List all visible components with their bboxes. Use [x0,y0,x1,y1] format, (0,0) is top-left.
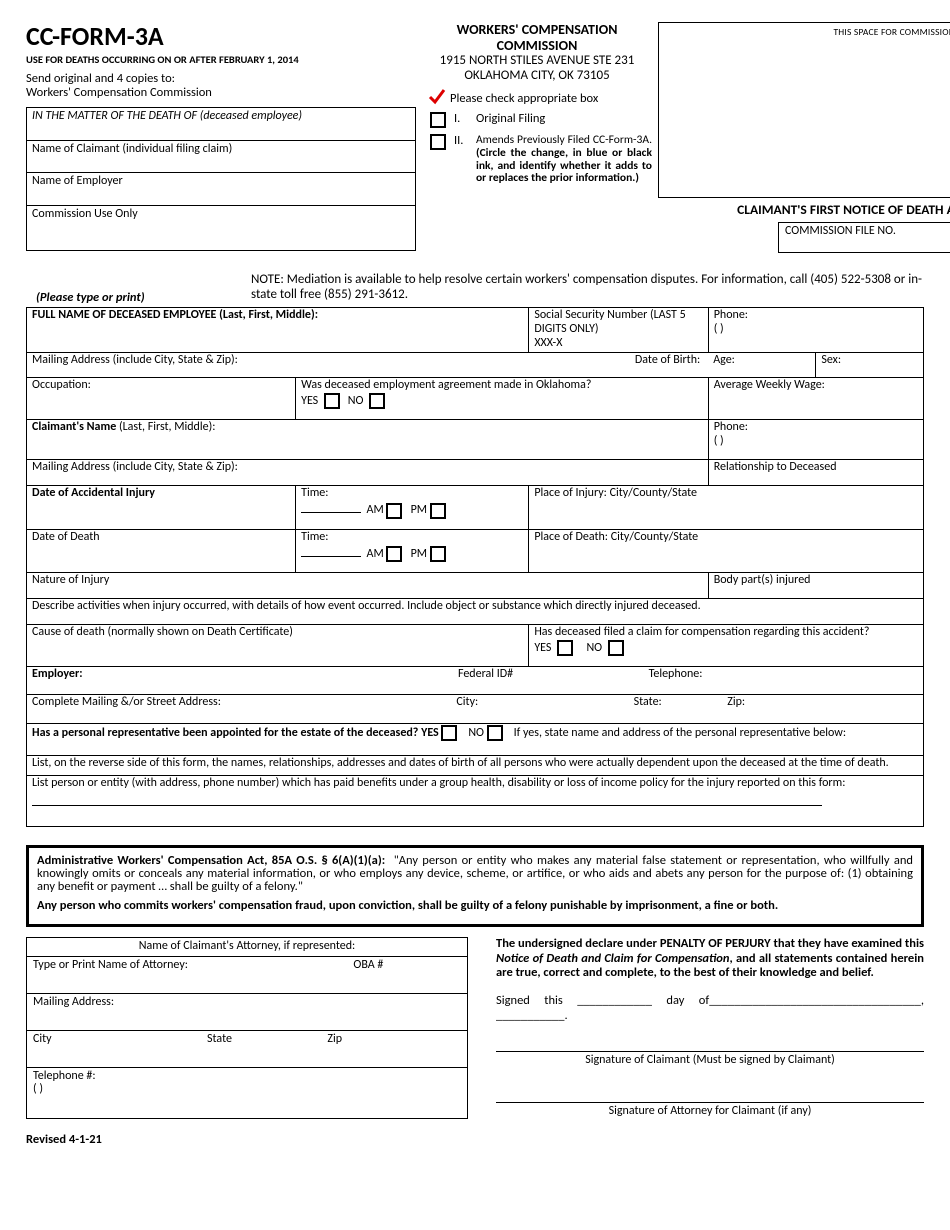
relationship-field[interactable]: Relationship to Deceased [708,459,923,485]
attorney-info-box: Name of Claimant's Attorney, if represen… [26,937,468,1118]
please-type-instruction: (Please type or print) [26,291,251,305]
mail-addr-1-field[interactable]: Mailing Address (include City, State & Z… [27,352,709,378]
send-to-line2: Workers' Compensation Commission [26,86,416,100]
rep-yes-checkbox[interactable] [441,725,457,741]
phone-field-2[interactable]: Phone:( ) [708,420,923,460]
form-id: CC-FORM-3A [26,22,416,52]
claimant-name-field[interactable]: Name of Claimant (individual filing clai… [27,140,415,173]
prior-no-checkbox[interactable] [608,640,624,656]
attorney-phone-field[interactable]: Telephone #: ( ) [27,1067,467,1108]
opt1-label: Original Filing [476,112,652,126]
agreement-yes-checkbox[interactable] [324,393,340,409]
prior-claim-field[interactable]: Has deceased filed a claim for compensat… [529,625,924,667]
agency-addr1: 1915 NORTH STILES AVENUE STE 231 [422,54,652,69]
claim-title: CLAIMANT'S FIRST NOTICE OF DEATH AND CLA… [698,202,950,218]
employer-row-field[interactable]: Employer: Federal ID# Telephone: [27,666,924,694]
opt2-num: II. [454,134,468,148]
death-am-checkbox[interactable] [386,546,402,562]
mail-addr-2-field[interactable]: Mailing Address (include City, State & Z… [27,459,709,485]
occupation-field[interactable]: Occupation: [27,378,296,420]
checkmark-icon [430,92,444,106]
date-injury-field[interactable]: Date of Accidental Injury [27,485,296,529]
note-lead: NOTE: [251,272,284,287]
dob-label: Date of Birth: [635,354,700,368]
commission-file-no-field[interactable]: COMMISSION FILE NO. [778,222,950,254]
deceased-fullname-field[interactable]: FULL NAME OF DECEASED EMPLOYEE (Last, Fi… [27,308,529,352]
cause-death-field[interactable]: Cause of death (normally shown on Death … [27,625,529,667]
death-pm-checkbox[interactable] [430,546,446,562]
send-to-line1: Send original and 4 copies to: [26,72,416,86]
claimant-signature-line[interactable]: Signature of Claimant (Must be signed by… [496,1051,924,1068]
attorney-name-field[interactable]: Type or Print Name of Attorney: OBA # [27,956,467,993]
personal-rep-field[interactable]: Has a personal representative been appoi… [27,724,924,756]
time-death-field[interactable]: Time: AM PM [296,529,529,573]
list-benefits-field[interactable]: List person or entity (with address, pho… [27,776,924,827]
attorney-header: Name of Claimant's Attorney, if represen… [27,938,467,956]
opt1-num: I. [454,112,468,126]
check-instruction: Please check appropriate box [450,92,598,106]
date-death-field[interactable]: Date of Death [27,529,296,573]
original-filing-checkbox[interactable] [430,112,446,128]
injury-pm-checkbox[interactable] [430,503,446,519]
age-field[interactable]: Age: [708,352,816,378]
prior-yes-checkbox[interactable] [557,640,573,656]
attorney-mail-field[interactable]: Mailing Address: [27,993,467,1030]
opt2-label-bold: (Circle the change, in blue or black ink… [476,146,652,185]
form-subtitle: USE FOR DEATHS OCCURRING ON OR AFTER FEB… [26,54,416,66]
agency-addr2: OKLAHOMA CITY, OK 73105 [422,69,652,84]
decl-text-a: The undersigned declare under PENALTY OF… [496,936,924,951]
agreement-oklahoma-field[interactable]: Was deceased employment agreement made i… [296,378,709,420]
place-death-field[interactable]: Place of Death: City/County/State [529,529,924,573]
time-injury-field[interactable]: Time: AM PM [296,485,529,529]
describe-activities-field[interactable]: Describe activities when injury occurred… [27,599,924,625]
nature-injury-field[interactable]: Nature of Injury [27,573,709,599]
agency-title: WORKERS' COMPENSATION COMMISSION [422,22,652,54]
rep-no-checkbox[interactable] [487,725,503,741]
legal-paragraph-2: Any person who commits workers' compensa… [37,898,778,913]
injury-am-checkbox[interactable] [386,503,402,519]
body-part-field[interactable]: Body part(s) injured [708,573,923,599]
agreement-no-checkbox[interactable] [369,393,385,409]
signed-date-line[interactable]: Signed this ____________ day of_________… [496,994,924,1023]
decl-text-b: Notice of Death and Claim for Compensati… [496,951,730,966]
attorney-city-state-zip-field[interactable]: City State Zip [27,1030,467,1067]
employer-address-field[interactable]: Complete Mailing &/or Street Address: Ci… [27,694,924,724]
matter-of-death-field[interactable]: IN THE MATTER OF THE DEATH OF (deceased … [27,108,415,140]
phone-field-1[interactable]: Phone: ( ) [708,308,923,352]
main-form-table: FULL NAME OF DECEASED EMPLOYEE (Last, Fi… [26,307,924,827]
ssn-field[interactable]: Social Security Number (LAST 5 DIGITS ON… [529,308,708,352]
place-injury-field[interactable]: Place of Injury: City/County/State [529,485,924,529]
commission-use-field: Commission Use Only [27,205,415,250]
amends-checkbox[interactable] [430,134,446,150]
claimant-name-row-field[interactable]: Claimant's Name (Last, First, Middle): [27,420,709,460]
declaration-block: The undersigned declare under PENALTY OF… [496,937,924,1118]
avg-weekly-wage-field[interactable]: Average Weekly Wage: [708,378,923,420]
list-dependents-instruction: List, on the reverse side of this form, … [27,756,924,776]
note-body: Mediation is available to help resolve c… [251,272,922,302]
attorney-signature-line[interactable]: Signature of Attorney for Claimant (if a… [496,1102,924,1119]
sex-field[interactable]: Sex: [816,352,924,378]
employer-name-field[interactable]: Name of Employer [27,172,415,205]
revised-date: Revised 4-1-21 [26,1133,924,1147]
commission-use-space: THIS SPACE FOR COMMISSION USE ONLY [658,22,950,198]
legal-warning-box: Administrative Workers' Compensation Act… [26,845,924,928]
